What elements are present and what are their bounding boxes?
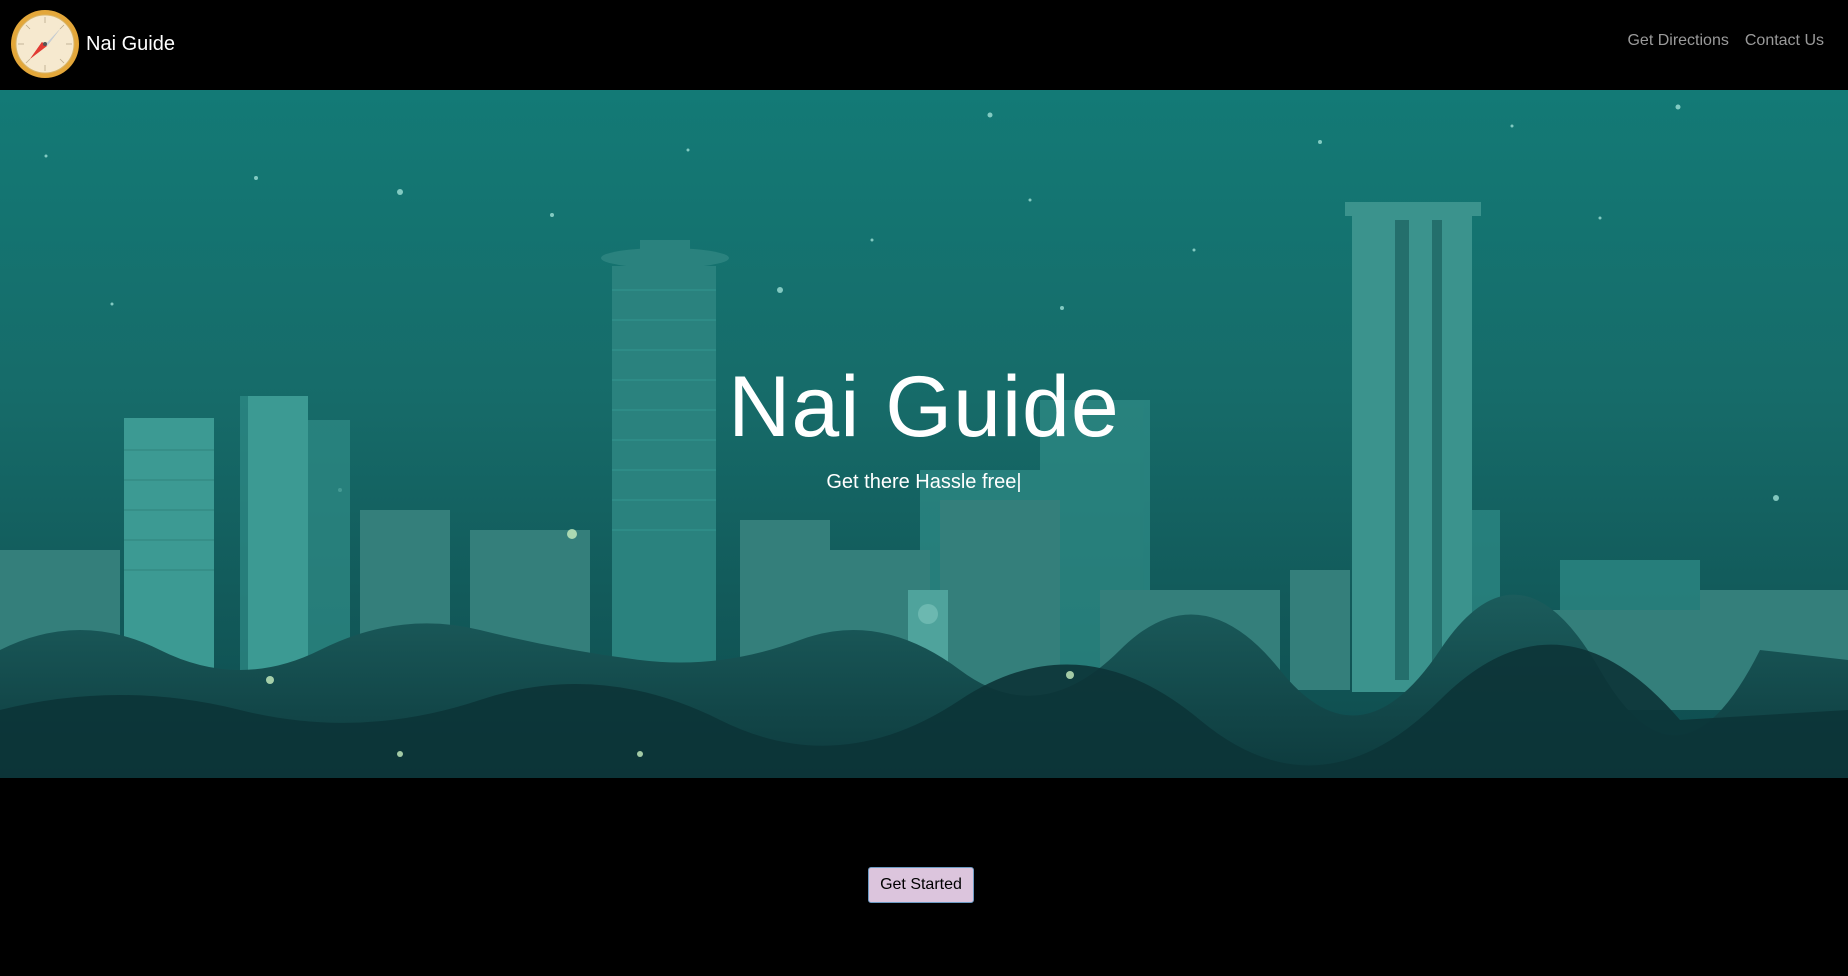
cta-section: Get Started [0,778,1848,976]
hero-title: Nai Guide [728,359,1120,455]
nav-link-contact-us[interactable]: Contact Us [1745,32,1824,50]
hero-subtitle: Get there Hassle free| [826,471,1022,493]
hero-section: Nai Guide Get there Hassle free| [0,90,1848,778]
brand-name: Nai Guide [86,32,175,55]
brand-link[interactable]: Nai Guide [10,8,175,80]
nav-links: Get Directions Contact Us [1627,32,1824,50]
navbar: Nai Guide Get Directions Contact Us [0,0,1848,90]
get-started-button[interactable]: Get Started [868,867,974,903]
nav-link-get-directions[interactable]: Get Directions [1627,32,1728,50]
compass-icon [11,10,79,78]
